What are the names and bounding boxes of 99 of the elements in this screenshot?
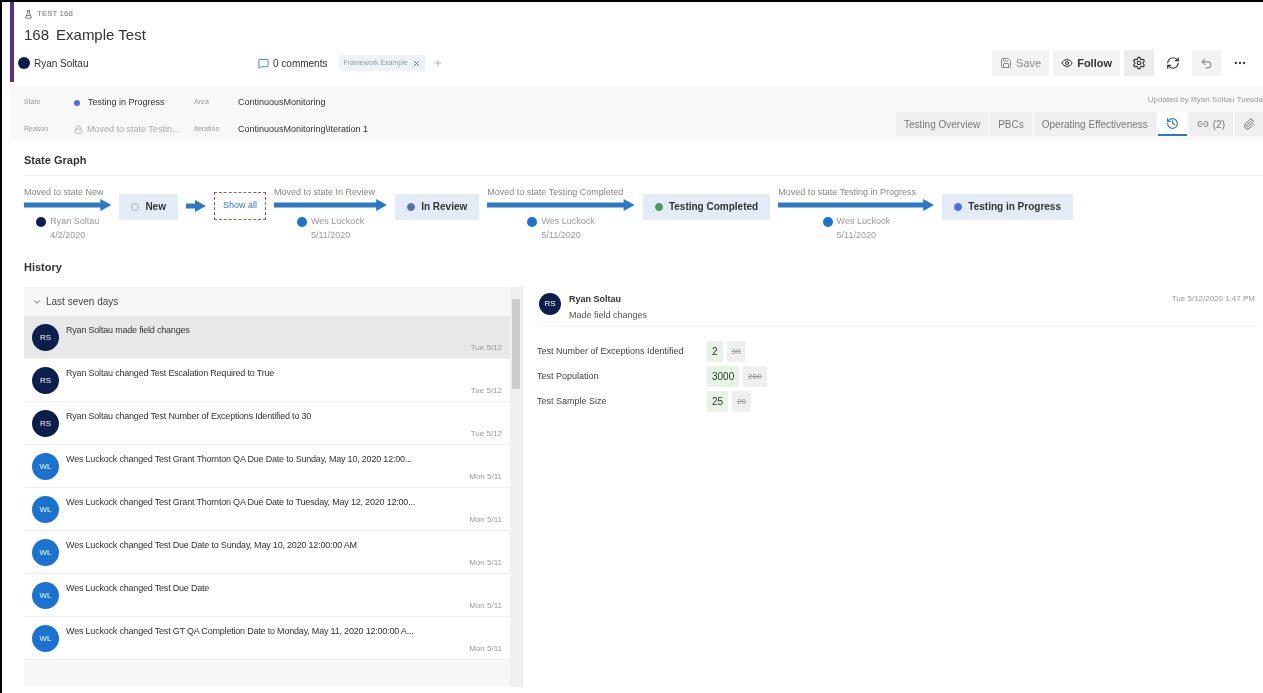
updated-by: Updated by Ryan Soltau Tuesda bbox=[1147, 94, 1263, 106]
link-icon bbox=[1196, 118, 1209, 130]
transition-date: 5/11/2020 bbox=[310, 228, 351, 242]
transition-label: Moved to state New bbox=[24, 185, 104, 199]
transition-date: 5/11/2020 bbox=[836, 228, 876, 242]
history-item[interactable]: WL Wes Luckock changed Test GT QA Completion Date to Monday, May 11, 2020 12:00:00 A... Mon 5/11 bbox=[24, 617, 510, 660]
history-icon bbox=[1165, 116, 1179, 130]
avatar: RS bbox=[32, 367, 59, 394]
history-date: Mon 5/11 bbox=[469, 513, 502, 526]
history-text: Wes Luckock changed Test Grant Thornton QA Due Date to Sunday, May 10, 2020 12:00... bbox=[66, 453, 413, 466]
state-value[interactable]: Testing in Progress bbox=[88, 95, 165, 110]
transition-date: 4/2/2020 bbox=[50, 228, 86, 242]
history-text: Ryan Soltau changed Test Escalation Required to True bbox=[66, 367, 276, 380]
eye-icon bbox=[1061, 57, 1074, 69]
attachments-tab[interactable] bbox=[1235, 112, 1263, 136]
history-date: Tue 5/12 bbox=[470, 427, 502, 440]
transition-label: Moved to state Testing Completed bbox=[487, 185, 624, 199]
arrow-icon bbox=[185, 199, 206, 212]
assigned-user[interactable]: Ryan Soltau bbox=[34, 55, 89, 71]
area-value[interactable]: ContinuousMonitoring bbox=[238, 95, 369, 110]
old-value: 20 bbox=[732, 391, 752, 412]
page-tab[interactable]: Operating Effectiveness bbox=[1033, 112, 1156, 136]
comments-icon bbox=[258, 57, 269, 69]
state-name: In Review bbox=[421, 200, 468, 214]
section-title: History bbox=[24, 259, 63, 275]
work-item-title: Example Test bbox=[56, 24, 146, 45]
transition-date: 5/11/2020 bbox=[541, 228, 581, 242]
follow-button[interactable]: Follow bbox=[1053, 50, 1120, 76]
history-item[interactable]: WL Wes Luckock changed Test Grant Thornton QA Due Date to Sunday, May 10, 2020 12:00... Mon 5/11 bbox=[24, 445, 510, 488]
history-item[interactable]: RS Ryan Soltau changed Test Escalation Required to True Tue 5/12 bbox=[24, 359, 510, 402]
history-date: Tue 5/12 bbox=[470, 384, 502, 397]
avatar: WL bbox=[32, 496, 59, 523]
reason-value: Moved to state Testin... bbox=[87, 122, 180, 136]
change-summary: Made field changes bbox=[569, 308, 648, 322]
state-name: Testing in Progress bbox=[968, 200, 1061, 214]
user-name: Ryan Soltau bbox=[50, 215, 100, 228]
user-name: Wes Luckock bbox=[310, 215, 365, 228]
transition-label: Moved to state Testing in Progress bbox=[778, 185, 917, 199]
show-all-button[interactable]: Show all bbox=[213, 191, 266, 220]
close-icon[interactable] bbox=[411, 58, 421, 68]
test-icon bbox=[24, 9, 33, 19]
user-name: Wes Luckock bbox=[836, 215, 890, 228]
work-item-id: 168 bbox=[24, 24, 50, 45]
history-item[interactable]: WL Wes Luckock changed Test Grant Thornton QA Due Date to Tuesday, May 12, 2020 12:00... Mon 5/11 bbox=[24, 488, 510, 531]
history-tab[interactable] bbox=[1157, 112, 1187, 136]
avatar: RS bbox=[539, 293, 561, 315]
history-date: Mon 5/11 bbox=[469, 470, 502, 483]
history-text: Ryan Soltau changed Test Number of Exceptions Identified to 30 bbox=[66, 410, 313, 423]
avatar: WL bbox=[32, 453, 59, 480]
links-tab[interactable]: (2) bbox=[1188, 112, 1233, 136]
page-tab[interactable]: Testing Overview bbox=[896, 112, 989, 136]
history-text: Wes Luckock changed Test Due Date bbox=[66, 582, 211, 595]
history-item[interactable]: WL Wes Luckock changed Test Due Date to Sunday, May 10, 2020 12:00:00 AM Mon 5/11 bbox=[24, 531, 510, 574]
work-item-type: TEST 168 bbox=[37, 8, 73, 20]
history-date: Mon 5/11 bbox=[469, 599, 502, 612]
avatar: WL bbox=[32, 539, 59, 566]
refresh-icon bbox=[1166, 56, 1180, 70]
state-name: Testing Completed bbox=[668, 200, 759, 214]
history-date: Mon 5/11 bbox=[469, 556, 502, 569]
history-item[interactable]: RS Ryan Soltau changed Test Number of Exceptions Identified to 30 Tue 5/12 bbox=[24, 402, 510, 445]
settings-icon bbox=[1132, 56, 1146, 70]
history-text: Wes Luckock changed Test Due Date to Sunday, May 10, 2020 12:00:00 AM bbox=[66, 539, 358, 552]
user-avatar bbox=[18, 57, 30, 69]
scrollbar[interactable] bbox=[510, 287, 522, 687]
new-value: 25 bbox=[707, 391, 729, 412]
settings-button[interactable] bbox=[1124, 50, 1154, 76]
avatar: RS bbox=[32, 410, 59, 437]
save-icon bbox=[1000, 57, 1013, 69]
author-name: Ryan Soltau bbox=[569, 293, 622, 306]
old-value: 30 bbox=[726, 341, 746, 362]
avatar: WL bbox=[32, 625, 59, 652]
undo-icon bbox=[1200, 56, 1213, 70]
comments-link[interactable]: 0 comments bbox=[273, 55, 328, 71]
history-date: Tue 5/12 bbox=[470, 341, 502, 354]
change-date: Tue 5/12/2020 1:47 PM bbox=[1171, 293, 1255, 305]
group-header[interactable]: Last seven days bbox=[24, 287, 510, 316]
iteration-value[interactable]: ContinuousMonitoring\Iteration 1 bbox=[238, 122, 369, 137]
old-value: 200 bbox=[743, 366, 767, 387]
field-name: Test Sample Size bbox=[537, 394, 608, 408]
history-text: Wes Luckock changed Test GT QA Completion Date to Monday, May 11, 2020 12:00:00 A... bbox=[66, 625, 415, 638]
history-text: Wes Luckock changed Test Grant Thornton QA Due Date to Tuesday, May 12, 2020 12:00... bbox=[66, 496, 417, 509]
add-tag-icon[interactable] bbox=[432, 58, 443, 68]
state-name: New bbox=[145, 200, 166, 214]
field-name: Test Population bbox=[537, 369, 600, 383]
history-text: Ryan Soltau made field changes bbox=[66, 324, 191, 337]
history-date: Mon 5/11 bbox=[469, 642, 502, 655]
avatar: RS bbox=[32, 324, 59, 351]
transition-label: Moved to state In Review bbox=[274, 185, 376, 199]
section-title: State Graph bbox=[24, 153, 88, 168]
new-value: 2 bbox=[707, 341, 723, 362]
user-name: Wes Luckock bbox=[541, 215, 595, 228]
history-item[interactable]: WL Wes Luckock changed Test Due Date Mon 5/11 bbox=[24, 574, 510, 617]
lock-icon bbox=[74, 125, 83, 134]
avatar: WL bbox=[32, 582, 59, 609]
field-name: Test Number of Exceptions Identified bbox=[537, 344, 685, 358]
page-tab[interactable]: PBCs bbox=[990, 112, 1032, 136]
history-item[interactable]: RS Ryan Soltau made field changes Tue 5/12 bbox=[24, 316, 510, 359]
paperclip-icon bbox=[1243, 118, 1255, 130]
new-value: 3000 bbox=[707, 366, 740, 387]
